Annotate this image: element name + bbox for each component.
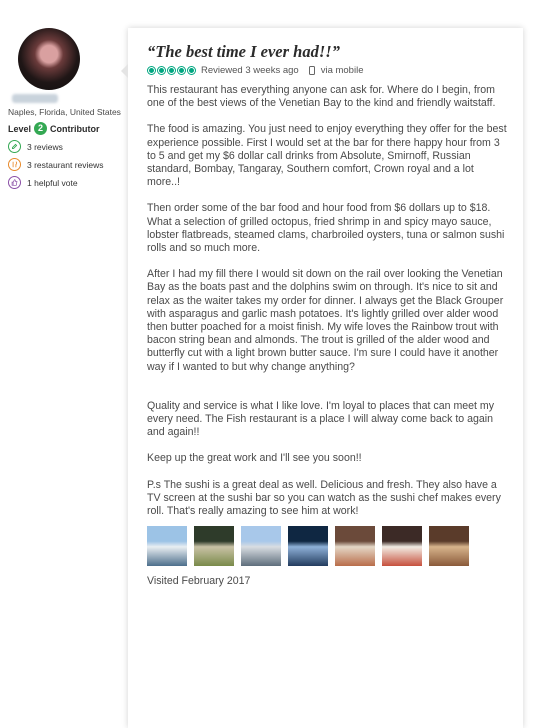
rating-bubbles [147,66,197,75]
review-paragraph: After I had my fill there I would sit do… [147,268,504,373]
rating-bubble-icon [187,66,196,75]
marina-photo[interactable] [147,526,187,567]
review-content: “The best time I ever had!!” Reviewed 3 … [147,42,509,587]
reviews-count-text: 3 reviews [27,141,63,152]
reviews-count-stat[interactable]: 3 reviews [8,140,126,153]
level-badge: 2 [34,122,48,135]
restaurant-reviews-stat[interactable]: 3 restaurant reviews [8,158,126,171]
restaurant-reviews-text: 3 restaurant reviews [27,159,104,170]
review-body: This restaurant has everything anyone ca… [147,84,509,518]
review-paragraph: Keep up the great work and I'll see you … [147,452,362,465]
review-via: via mobile [320,65,364,76]
visit-date: Visited February 2017 [147,575,251,588]
night-bay-photo[interactable] [288,526,328,567]
dessert-photo[interactable] [382,526,422,567]
helpful-votes-text: 1 helpful vote [27,177,78,188]
review-title[interactable]: “The best time I ever had!!” [147,42,509,62]
waterfront-photo[interactable] [241,526,281,567]
review-date: Reviewed 3 weeks ago [201,65,299,76]
rating-bubble-icon [157,66,166,75]
review-paragraph: Then order some of the bar food and hour… [147,202,505,255]
thumbs-up-icon [8,176,21,189]
member-location: Naples, Florida, United States [8,107,121,117]
rating-bubble-icon [167,66,176,75]
mobile-phone-icon [308,66,315,75]
review-paragraph: This restaurant has everything anyone ca… [147,84,496,110]
level-title: Contributor [50,123,100,134]
review-paragraph: P.s The sushi is a great deal as well. D… [147,478,501,518]
helpful-votes-stat[interactable]: 1 helpful vote [8,176,126,189]
review-photos [147,526,509,567]
level-label: Level [8,123,32,134]
rating-bubble-icon [147,66,156,75]
fork-knife-icon [8,158,21,171]
rating-bubble-icon [177,66,186,75]
review-paragraph: The food is amazing. You just need to en… [147,123,507,189]
entree-photo[interactable] [429,526,469,567]
member-info: username Naples, Florida, United States … [8,28,126,189]
sushi-plate-photo[interactable] [335,526,375,567]
review-paragraph: Quality and service is what I like love.… [147,399,495,439]
card-pointer [121,64,128,78]
member-username[interactable]: username [12,94,58,103]
avatar[interactable] [18,28,80,90]
review-meta: Reviewed 3 weeks ago via mobile [147,64,509,77]
review-card: “The best time I ever had!!” Reviewed 3 … [121,28,523,728]
octopus-dish-photo[interactable] [194,526,234,567]
pencil-icon [8,140,21,153]
member-level: Level 2 Contributor [8,122,126,135]
